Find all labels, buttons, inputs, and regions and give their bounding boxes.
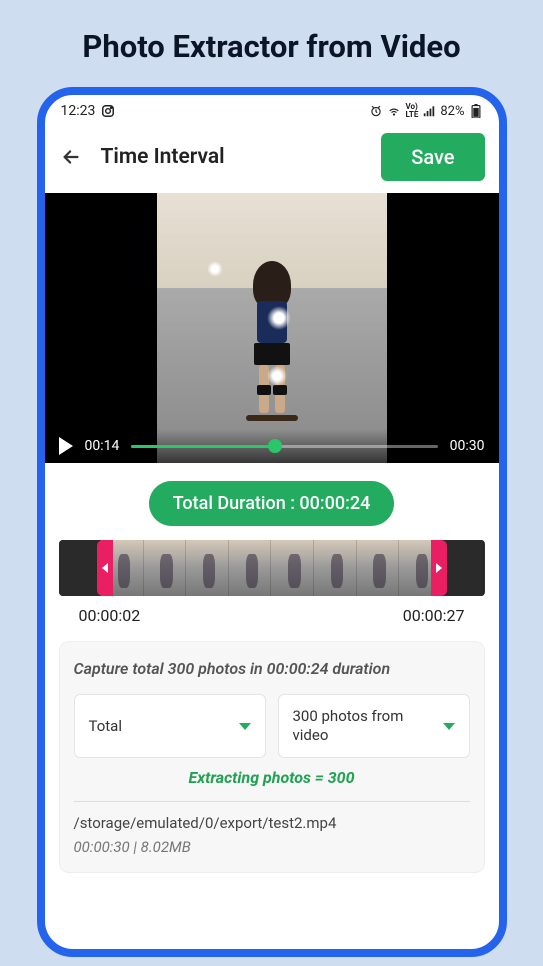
- mode-dropdown-label: Total: [89, 717, 123, 735]
- page-title: Photo Extractor from Video: [0, 0, 543, 87]
- divider: [74, 801, 470, 802]
- seek-thumb[interactable]: [268, 439, 282, 453]
- duration-badge: Total Duration : 00:00:24: [149, 481, 395, 526]
- video-player[interactable]: 00:14 00:30: [45, 193, 499, 463]
- count-dropdown[interactable]: 300 photos from video: [278, 694, 470, 758]
- video-frame: [157, 193, 387, 463]
- status-bar: 12:23 Vo)LTE 82%: [45, 95, 499, 123]
- signal-icon: [422, 104, 436, 118]
- file-path: /storage/emulated/0/export/test2.mp4: [74, 814, 470, 832]
- chevron-down-icon: [443, 723, 455, 730]
- screen-title: Time Interval: [101, 145, 364, 169]
- status-time: 12:23: [61, 103, 96, 119]
- extracting-status: Extracting photos = 300: [74, 768, 470, 787]
- phone-frame: 12:23 Vo)LTE 82% Time Interval Save: [37, 87, 507, 957]
- alarm-icon: [369, 104, 383, 118]
- play-button[interactable]: [59, 437, 73, 455]
- mode-dropdown[interactable]: Total: [74, 694, 266, 758]
- save-button[interactable]: Save: [381, 133, 484, 181]
- player-controls: 00:14 00:30: [45, 429, 499, 463]
- file-meta: 00:00:30 | 8.02MB: [74, 838, 470, 856]
- trim-end-handle[interactable]: [431, 540, 447, 596]
- back-button[interactable]: [59, 145, 83, 169]
- app-bar: Time Interval Save: [45, 123, 499, 193]
- trim-start-time: 00:00:02: [79, 606, 141, 625]
- battery-percent: 82%: [440, 104, 464, 119]
- battery-icon: [469, 104, 483, 118]
- capture-summary: Capture total 300 photos in 00:00:24 dur…: [74, 658, 470, 680]
- volte-icon: Vo)LTE: [405, 103, 418, 119]
- wifi-icon: [387, 104, 401, 118]
- chevron-down-icon: [239, 723, 251, 730]
- trim-end-time: 00:00:27: [403, 606, 465, 625]
- current-time: 00:14: [85, 438, 120, 454]
- seek-bar[interactable]: [131, 445, 437, 448]
- count-dropdown-label: 300 photos from video: [293, 707, 443, 745]
- instagram-icon: [101, 104, 115, 118]
- trim-timeline[interactable]: [59, 540, 485, 596]
- total-time: 00:30: [450, 438, 485, 454]
- trim-start-handle[interactable]: [97, 540, 113, 596]
- capture-card: Capture total 300 photos in 00:00:24 dur…: [59, 641, 485, 873]
